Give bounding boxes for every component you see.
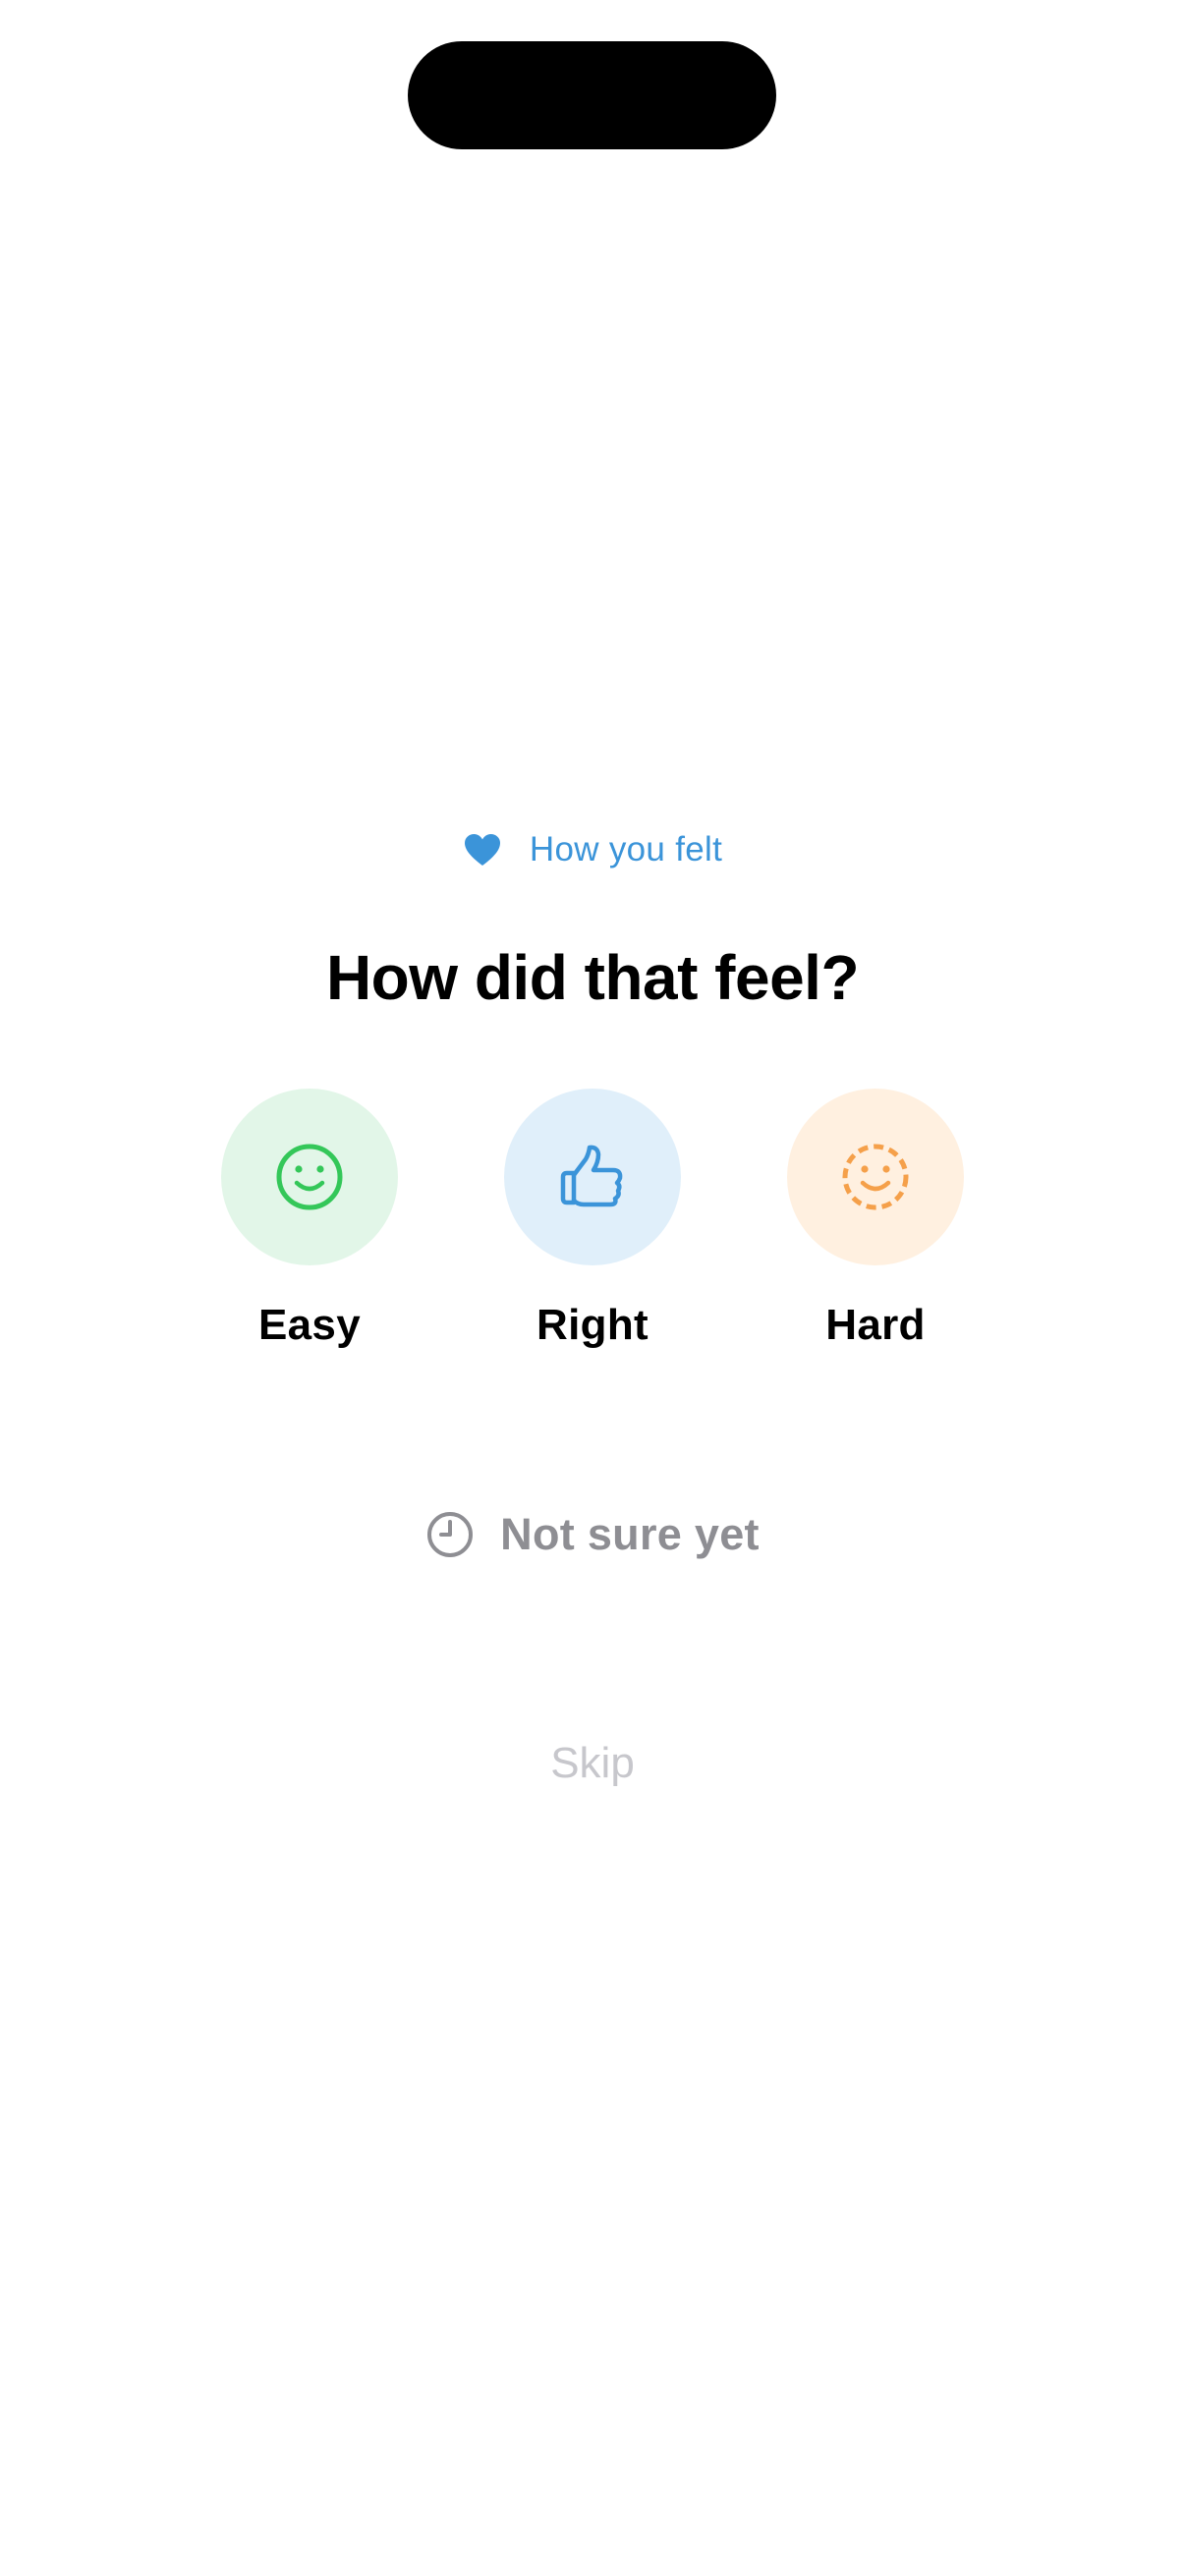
not-sure-yet-button[interactable]: Not sure yet (0, 1503, 1185, 1566)
right-option-label: Right (536, 1301, 649, 1349)
easy-option-label: Easy (258, 1301, 361, 1349)
right-option-button[interactable]: Right (465, 1089, 720, 1373)
clock-icon (427, 1512, 474, 1557)
section-eyebrow: How you felt (0, 825, 1185, 874)
dashed-smiley-face-icon (842, 1144, 909, 1210)
hard-option-label: Hard (825, 1301, 926, 1349)
page-title: How did that feel? (325, 942, 860, 1013)
easy-option-button[interactable]: Easy (182, 1089, 437, 1373)
dynamic-island (408, 41, 776, 149)
hard-option-button[interactable]: Hard (748, 1089, 1003, 1373)
eyebrow-label: How you felt (529, 830, 723, 868)
not-sure-yet-label: Not sure yet (500, 1509, 760, 1559)
heart-icon (464, 834, 500, 866)
smiley-face-icon (276, 1144, 343, 1210)
thumbs-up-icon (560, 1145, 623, 1207)
feeling-options: Easy Right Hard (0, 1089, 1185, 1373)
easy-option-circle[interactable] (221, 1089, 398, 1265)
right-option-circle[interactable] (504, 1089, 681, 1265)
skip-button[interactable]: Skip (0, 1739, 1185, 1788)
hard-option-circle[interactable] (787, 1089, 964, 1265)
